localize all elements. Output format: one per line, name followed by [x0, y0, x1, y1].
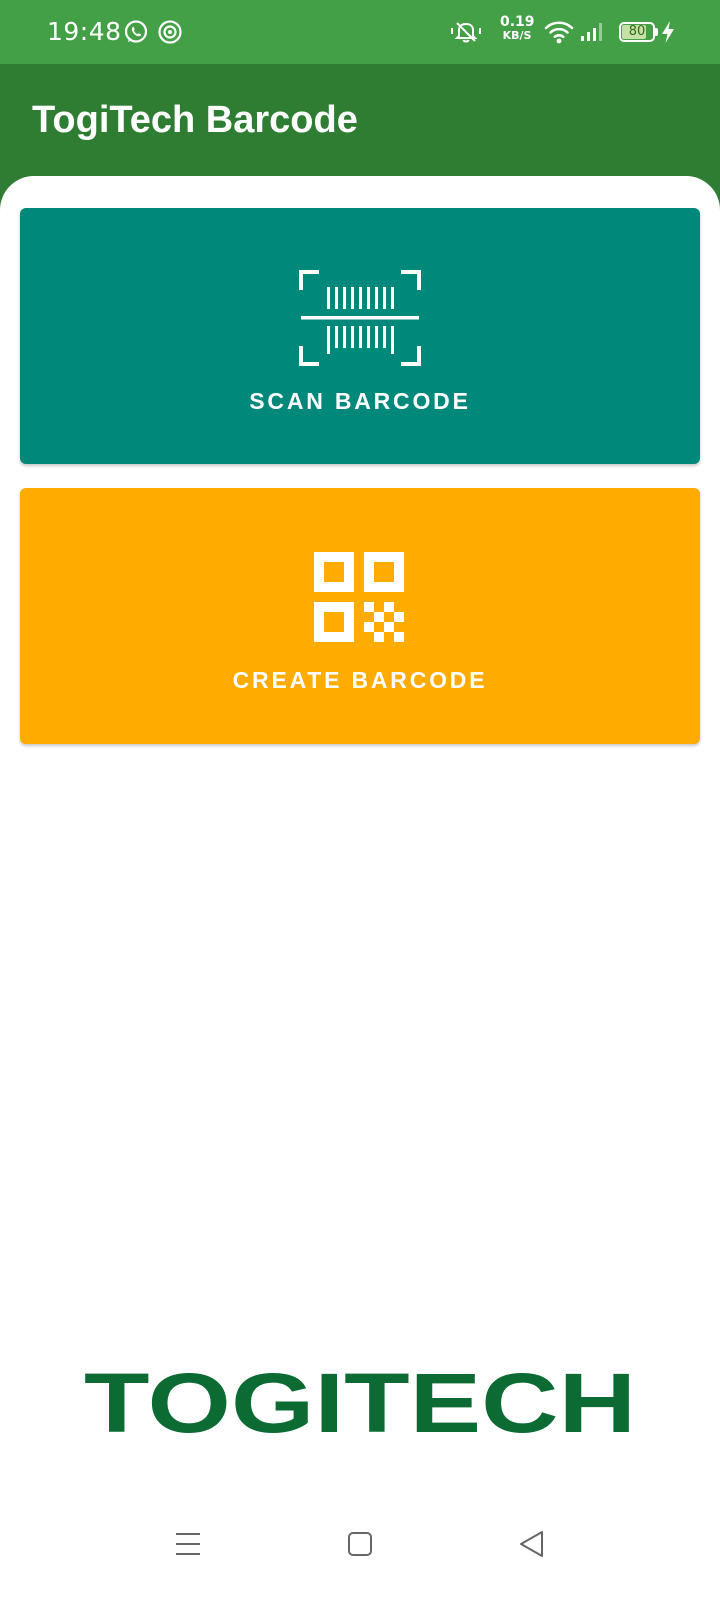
menu-icon [176, 1533, 200, 1555]
scan-barcode-label: SCAN BARCODE [249, 388, 471, 414]
navigation-bar [0, 1488, 720, 1600]
menu-button[interactable] [148, 1504, 228, 1584]
muted-bell-icon [451, 22, 481, 43]
battery-icon: 80 [619, 22, 655, 42]
app-bar: TogiTech Barcode [0, 64, 720, 176]
main-content: SCAN BARCODE CREATE BARCODE TOGITECH [0, 176, 720, 1600]
app-notification-icon [158, 20, 182, 44]
whatsapp-icon [124, 20, 148, 43]
home-icon [348, 1532, 372, 1556]
status-time: 19:48 [47, 17, 122, 46]
togitech-logo-text: TOGITECH [84, 1364, 636, 1438]
signal-icon [581, 23, 602, 41]
battery-level: 80 [628, 24, 646, 39]
back-icon [520, 1531, 543, 1557]
scan-barcode-button[interactable]: SCAN BARCODE [20, 208, 700, 464]
net-speed-value: 0.19 [500, 14, 535, 30]
status-bar: 19:48 0.19 KB/S 80 [0, 0, 720, 64]
battery-tip [655, 28, 658, 36]
create-barcode-button[interactable]: CREATE BARCODE [20, 488, 700, 744]
barcode-scan-icon [299, 270, 421, 366]
back-button[interactable] [492, 1504, 572, 1584]
net-speed: 0.19 KB/S [500, 14, 535, 42]
net-speed-unit: KB/S [502, 29, 532, 42]
create-barcode-label: CREATE BARCODE [232, 667, 488, 693]
togitech-logo: TOGITECH [84, 1364, 636, 1438]
app-title: TogiTech Barcode [32, 99, 358, 141]
charging-icon [662, 21, 674, 43]
home-button[interactable] [320, 1504, 400, 1584]
wifi-icon [544, 21, 574, 44]
qr-code-icon [314, 552, 404, 642]
